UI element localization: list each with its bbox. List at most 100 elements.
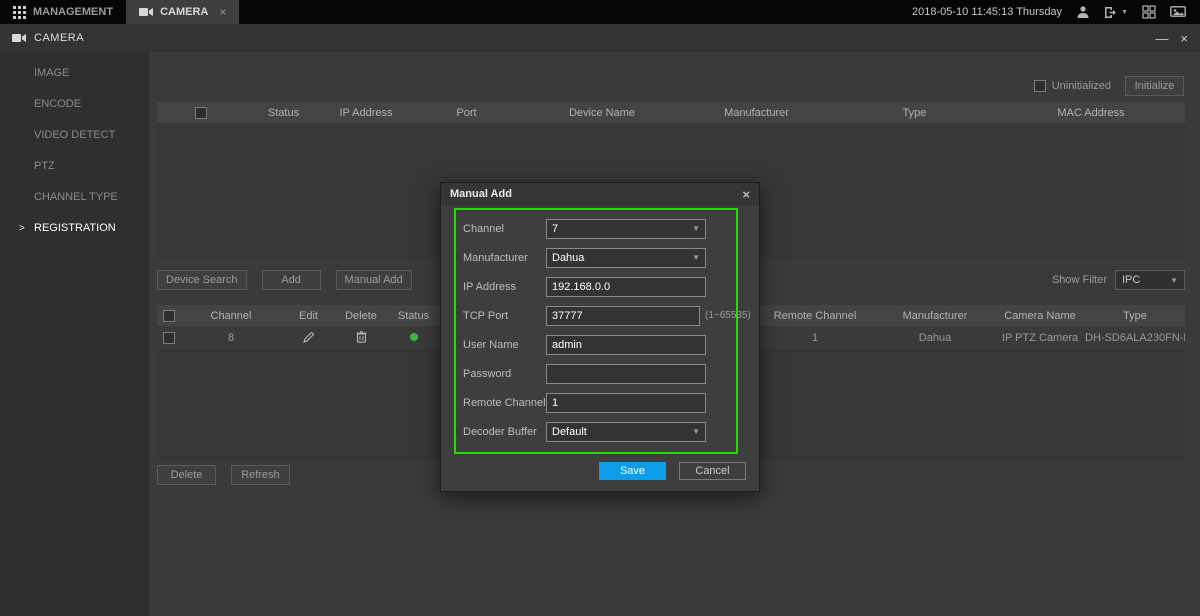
password-label: Password [463, 368, 546, 380]
column-header-manufacturer: Manufacturer [681, 107, 832, 119]
ip-address-field[interactable] [546, 277, 706, 297]
top-taskbar: MANAGEMENT CAMERA × 2018-05-10 11:45:13 … [0, 0, 1200, 24]
sidebar: IMAGE ENCODE VIDEO DETECT PTZ CHANNEL TY… [0, 52, 149, 616]
sidebar-item-label: ENCODE [34, 98, 81, 110]
select-all-checkbox[interactable] [195, 107, 207, 119]
uninitialized-filter: Uninitialized [1034, 80, 1111, 92]
save-button[interactable]: Save [599, 462, 666, 480]
sidebar-item-label: CHANNEL TYPE [34, 191, 118, 203]
decoder-buffer-label: Decoder Buffer [463, 426, 546, 438]
select-all-added-checkbox[interactable] [163, 310, 175, 322]
ip-address-label: IP Address [463, 281, 546, 293]
column-header-ip-address: IP Address [322, 107, 410, 119]
sidebar-item-encode[interactable]: ENCODE [0, 89, 149, 120]
user-name-label: User Name [463, 339, 546, 351]
delete-button[interactable]: Delete [157, 465, 216, 485]
show-filter-value: IPC [1122, 274, 1140, 286]
show-filter-label: Show Filter [1052, 274, 1107, 286]
form-row-password: Password [456, 359, 736, 388]
channel-grid-icon[interactable] [1142, 5, 1156, 19]
sidebar-item-registration[interactable]: > REGISTRATION [0, 213, 149, 244]
sidebar-item-channel-type[interactable]: CHANNEL TYPE [0, 182, 149, 213]
device-search-button[interactable]: Device Search [157, 270, 247, 290]
initialize-button[interactable]: Initialize [1125, 76, 1184, 96]
system-datetime: 2018-05-10 11:45:13 Thursday [912, 6, 1062, 18]
display-icon[interactable] [1170, 6, 1186, 19]
remote-channel-label: Remote Channel [463, 397, 546, 409]
column-header-channel: Channel [181, 310, 281, 322]
row-checkbox[interactable] [163, 332, 175, 344]
tcp-port-field[interactable] [546, 306, 700, 326]
decoder-buffer-select[interactable]: Default ▼ [546, 422, 706, 442]
password-field[interactable] [546, 364, 706, 384]
sidebar-item-label: IMAGE [34, 67, 69, 79]
sidebar-item-label: VIDEO DETECT [34, 129, 115, 141]
column-header-edit: Edit [281, 310, 336, 322]
column-header-type: Type [832, 107, 997, 119]
channel-label: Channel [463, 223, 546, 235]
close-icon[interactable]: × [1180, 31, 1188, 46]
sidebar-item-image[interactable]: IMAGE [0, 58, 149, 89]
tcp-port-label: TCP Port [463, 310, 546, 322]
cell-remote-channel: 1 [755, 332, 875, 344]
chevron-right-icon: > [19, 213, 25, 244]
channel-value: 7 [552, 223, 558, 235]
tab-management[interactable]: MANAGEMENT [0, 0, 126, 24]
minimize-icon[interactable]: — [1155, 31, 1168, 46]
tab-management-label: MANAGEMENT [33, 6, 113, 18]
form-row-channel: Channel 7 ▼ [456, 214, 736, 243]
show-filter-dropdown[interactable]: IPC ▼ [1115, 270, 1185, 290]
logout-caret-icon: ▼ [1121, 9, 1128, 16]
cell-channel: 8 [181, 332, 281, 344]
add-button[interactable]: Add [262, 270, 321, 290]
user-icon[interactable] [1076, 5, 1090, 19]
dropdown-arrow-icon: ▼ [692, 427, 700, 436]
cell-manufacturer: Dahua [875, 332, 995, 344]
dialog-close-icon[interactable]: × [742, 187, 750, 202]
manufacturer-label: Manufacturer [463, 252, 546, 264]
cancel-button[interactable]: Cancel [679, 462, 746, 480]
cell-camera-name: IP PTZ Camera [995, 332, 1085, 344]
form-row-user-name: User Name [456, 330, 736, 359]
sidebar-item-label: REGISTRATION [34, 222, 116, 234]
uninitialized-checkbox[interactable] [1034, 80, 1046, 92]
dialog-buttons: Save Cancel [599, 462, 746, 480]
tab-camera[interactable]: CAMERA × [126, 0, 239, 24]
window-camera-icon [12, 33, 26, 43]
tab-close-icon[interactable]: × [219, 5, 226, 19]
dropdown-arrow-icon: ▼ [692, 253, 700, 262]
dialog-title: Manual Add [450, 188, 512, 200]
form-row-remote-channel: Remote Channel [456, 388, 736, 417]
decoder-buffer-value: Default [552, 426, 587, 438]
column-header-remote-channel: Remote Channel [755, 310, 875, 322]
manual-add-button[interactable]: Manual Add [336, 270, 412, 290]
column-header-mac-address: MAC Address [997, 107, 1185, 119]
manufacturer-select[interactable]: Dahua ▼ [546, 248, 706, 268]
form-row-ip-address: IP Address [456, 272, 736, 301]
edit-icon[interactable] [281, 331, 336, 343]
bottom-actions: Delete Refresh [157, 465, 290, 485]
sidebar-item-video-detect[interactable]: VIDEO DETECT [0, 120, 149, 151]
window-titlebar: CAMERA — × [0, 24, 1200, 52]
column-header-status: Status [245, 107, 322, 119]
trash-icon[interactable] [336, 331, 386, 343]
form-row-tcp-port: TCP Port (1~65535) [456, 301, 736, 330]
channel-select[interactable]: 7 ▼ [546, 219, 706, 239]
manual-add-dialog: Manual Add × Channel 7 ▼ Manufacturer Da… [440, 182, 760, 492]
tcp-port-range-note: (1~65535) [705, 310, 751, 321]
form-row-manufacturer: Manufacturer Dahua ▼ [456, 243, 736, 272]
remote-channel-field[interactable] [546, 393, 706, 413]
column-header-type2: Type [1085, 310, 1185, 322]
sidebar-item-ptz[interactable]: PTZ [0, 151, 149, 182]
column-header-manufacturer2: Manufacturer [875, 310, 995, 322]
column-header-port: Port [410, 107, 523, 119]
form-row-decoder-buffer: Decoder Buffer Default ▼ [456, 417, 736, 446]
form-highlight-frame: Channel 7 ▼ Manufacturer Dahua ▼ IP Addr… [454, 208, 738, 454]
logout-icon[interactable]: ▼ [1104, 6, 1128, 19]
user-name-field[interactable] [546, 335, 706, 355]
refresh-button[interactable]: Refresh [231, 465, 290, 485]
manufacturer-value: Dahua [552, 252, 584, 264]
column-header-camera-name: Camera Name [995, 310, 1085, 322]
dropdown-arrow-icon: ▼ [692, 224, 700, 233]
sidebar-item-label: PTZ [34, 160, 55, 172]
